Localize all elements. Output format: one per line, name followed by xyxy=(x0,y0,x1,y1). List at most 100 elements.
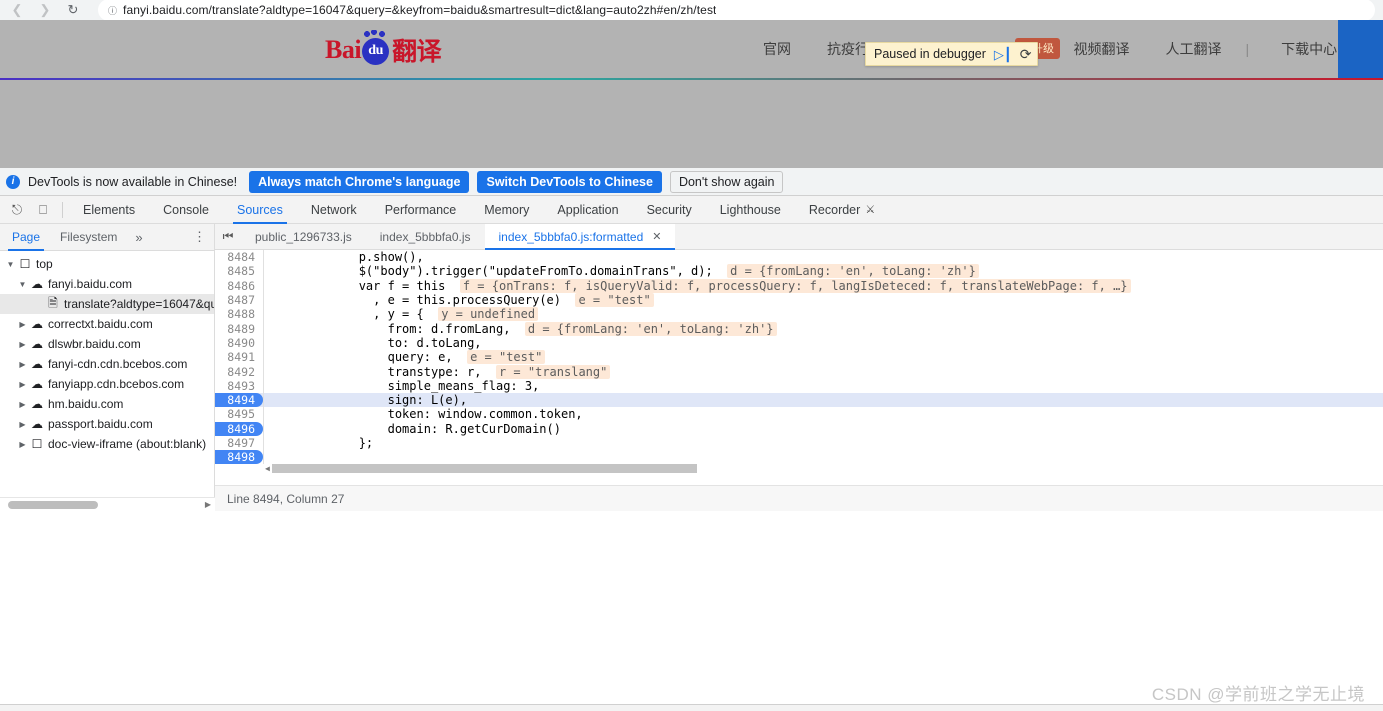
toggle-device-toolbar-icon[interactable]: ⎕ xyxy=(30,197,56,223)
tree-item-fanyiapp-cdn-bcebos-com[interactable]: ▶ ☁ fanyiapp.cdn.bcebos.com xyxy=(0,374,214,394)
line-number[interactable]: 8490 xyxy=(215,336,263,350)
reload-icon[interactable]: ↻ xyxy=(64,1,82,19)
code-line[interactable]: 8492 transtype: r, r = "translang" xyxy=(215,364,1383,379)
twisty-right-icon[interactable]: ▶ xyxy=(16,360,29,369)
notification-message: DevTools is now available in Chinese! xyxy=(28,174,238,189)
line-number[interactable]: 8486 xyxy=(215,279,263,293)
scroll-right-arrow-icon[interactable]: ▶ xyxy=(205,500,211,509)
line-number-breakpoint[interactable]: 8496 xyxy=(215,421,263,436)
tab-lighthouse[interactable]: Lighthouse xyxy=(706,196,795,224)
line-number[interactable]: 8485 xyxy=(215,264,263,278)
code-line-current-execution[interactable]: 8494 sign: L(e), xyxy=(215,392,1383,408)
twisty-down-icon[interactable]: ▼ xyxy=(4,260,17,269)
code-line[interactable]: 8487 , e = this.processQuery(e) e = "tes… xyxy=(215,292,1383,308)
line-number[interactable]: 8495 xyxy=(215,407,263,421)
page-info-icon[interactable]: ⓘ xyxy=(108,4,117,17)
code-line[interactable]: 8490 to: d.toLang, xyxy=(215,335,1383,351)
tab-sources[interactable]: Sources xyxy=(223,196,297,224)
code-line[interactable]: 8497 }; xyxy=(215,435,1383,451)
code-line[interactable]: 8486 var f = this f = {onTrans: f, isQue… xyxy=(215,278,1383,293)
inspect-element-icon[interactable]: ⎋ xyxy=(4,197,30,223)
drawer-tab-search[interactable]: Search ✕ xyxy=(99,705,178,711)
switch-devtools-to-chinese-button[interactable]: Switch DevTools to Chinese xyxy=(477,170,662,193)
twisty-right-icon[interactable]: ▶ xyxy=(16,400,29,409)
scrollbar-thumb[interactable] xyxy=(271,464,697,473)
tree-item-translate-document[interactable]: 🗎 translate?aldtype=16047&quer xyxy=(0,294,214,314)
always-match-chrome-language-button[interactable]: Always match Chrome's language xyxy=(249,170,470,193)
code-line[interactable]: 8491 query: e, e = "test" xyxy=(215,350,1383,365)
tab-security[interactable]: Security xyxy=(633,196,706,224)
twisty-down-icon[interactable]: ▼ xyxy=(16,280,29,289)
code-line[interactable]: 8493 simple_means_flag: 3, xyxy=(215,378,1383,393)
dont-show-again-button[interactable]: Don't show again xyxy=(669,170,784,193)
navigator-horizontal-scrollbar[interactable]: ▶ xyxy=(0,497,215,511)
line-number[interactable]: 8492 xyxy=(215,365,263,379)
line-number[interactable]: 8491 xyxy=(215,350,263,364)
line-number[interactable]: 8488 xyxy=(215,307,263,321)
code-line[interactable]: 8489 from: d.fromLang, d = {fromLang: 'e… xyxy=(215,321,1383,336)
more-options-dots-icon[interactable]: ⋮ xyxy=(185,229,214,245)
code-line-breakpoint[interactable]: 8496 domain: R.getCurDomain() xyxy=(215,421,1383,436)
recorder-experiment-icon: ⚔ xyxy=(865,204,876,216)
line-number-breakpoint[interactable]: 8498 xyxy=(215,450,263,465)
line-number[interactable]: 8497 xyxy=(215,436,263,450)
twisty-right-icon[interactable]: ▶ xyxy=(16,380,29,389)
nav-item-video[interactable]: 视频翻译 xyxy=(1055,39,1147,59)
more-tabs-chevron-icon[interactable]: » xyxy=(127,230,150,245)
tree-item-hm-baidu-com[interactable]: ▶ ☁ hm.baidu.com xyxy=(0,394,214,414)
tab-recorder[interactable]: Recorder ⚔ xyxy=(795,196,889,224)
tab-performance[interactable]: Performance xyxy=(371,196,471,224)
code-text: }; xyxy=(358,436,374,450)
tree-item-dlswbr-baidu-com[interactable]: ▶ ☁ dlswbr.baidu.com xyxy=(0,334,214,354)
tab-network[interactable]: Network xyxy=(297,196,371,224)
code-content[interactable]: 8484 p.show(), 8485 $("body").trigger("u… xyxy=(215,250,1383,485)
code-line[interactable]: 8485 $("body").trigger("updateFromTo.dom… xyxy=(215,264,1383,279)
editor-tab-index-5bbbfa0-formatted[interactable]: index_5bbbfa0.js:formatted ✕ xyxy=(484,224,676,250)
tree-item-correctxt-baidu-com[interactable]: ▶ ☁ correctxt.baidu.com xyxy=(0,314,214,334)
source-code-editor: ⏮ public_1296733.js index_5bbbfa0.js ind… xyxy=(215,224,1383,511)
line-number[interactable]: 8489 xyxy=(215,322,263,336)
code-line[interactable]: 8495 token: window.common.token, xyxy=(215,407,1383,422)
code-line[interactable]: 8484 p.show(), xyxy=(215,250,1383,265)
address-bar[interactable]: ⓘ fanyi.baidu.com/translate?aldtype=1604… xyxy=(98,0,1375,20)
twisty-right-icon[interactable]: ▶ xyxy=(16,320,29,329)
line-number[interactable]: 8493 xyxy=(215,379,263,393)
editor-tab-index-5bbbfa0[interactable]: index_5bbbfa0.js xyxy=(366,224,485,250)
nav-item-human[interactable]: 人工翻译 xyxy=(1147,39,1239,59)
show-navigator-panel-icon[interactable]: ⏮ xyxy=(215,224,241,250)
tab-console[interactable]: Console xyxy=(149,196,223,224)
logo-bai-text: Bai xyxy=(325,35,362,64)
navigator-tab-filesystem[interactable]: Filesystem xyxy=(50,224,127,251)
tree-item-fanyi-baidu-com[interactable]: ▼ ☁ fanyi.baidu.com xyxy=(0,274,214,294)
scrollbar-thumb[interactable] xyxy=(8,500,98,509)
paused-in-debugger-banner: Paused in debugger ▷┃ ⟳ xyxy=(865,42,1039,66)
devtools-main-tabbar: ⎋ ⎕ Elements Console Sources Network Per… xyxy=(0,196,1383,224)
close-icon[interactable]: ✕ xyxy=(652,230,661,243)
line-number[interactable]: 8484 xyxy=(215,250,263,264)
baidu-fanyi-logo[interactable]: Bai du 翻译 xyxy=(325,29,442,68)
editor-horizontal-scrollbar[interactable]: ◀ xyxy=(263,463,1383,474)
nav-item-guanwang[interactable]: 官网 xyxy=(745,39,809,59)
back-arrow-icon[interactable]: ❮ xyxy=(8,1,26,19)
scroll-left-arrow-icon[interactable]: ◀ xyxy=(265,464,270,473)
tree-item-top[interactable]: ▼ ☐ top xyxy=(0,254,214,274)
resume-script-execution-icon[interactable]: ▷┃ xyxy=(994,48,1012,61)
twisty-right-icon[interactable]: ▶ xyxy=(16,340,29,349)
step-over-next-function-call-icon[interactable]: ⟳ xyxy=(1020,47,1032,61)
line-number[interactable]: 8487 xyxy=(215,293,263,307)
tree-item-passport-baidu-com[interactable]: ▶ ☁ passport.baidu.com xyxy=(0,414,214,434)
editor-tab-public-1296733[interactable]: public_1296733.js xyxy=(241,224,366,250)
drawer-tab-console[interactable]: Console xyxy=(31,705,99,711)
line-number-execution[interactable]: 8494 xyxy=(215,393,263,408)
twisty-right-icon[interactable]: ▶ xyxy=(16,420,29,429)
forward-arrow-icon[interactable]: ❯ xyxy=(36,1,54,19)
tree-item-fanyi-cdn-bcebos-com[interactable]: ▶ ☁ fanyi-cdn.cdn.bcebos.com xyxy=(0,354,214,374)
twisty-right-icon[interactable]: ▶ xyxy=(16,440,29,449)
tab-elements[interactable]: Elements xyxy=(69,196,149,224)
tab-application[interactable]: Application xyxy=(543,196,632,224)
tab-memory[interactable]: Memory xyxy=(470,196,543,224)
navigator-tab-page[interactable]: Page xyxy=(2,224,50,251)
code-line[interactable]: 8488 , y = { y = undefined xyxy=(215,307,1383,322)
tree-item-label: hm.baidu.com xyxy=(48,397,124,411)
tree-item-doc-view-iframe[interactable]: ▶ ☐ doc-view-iframe (about:blank) xyxy=(0,434,214,454)
